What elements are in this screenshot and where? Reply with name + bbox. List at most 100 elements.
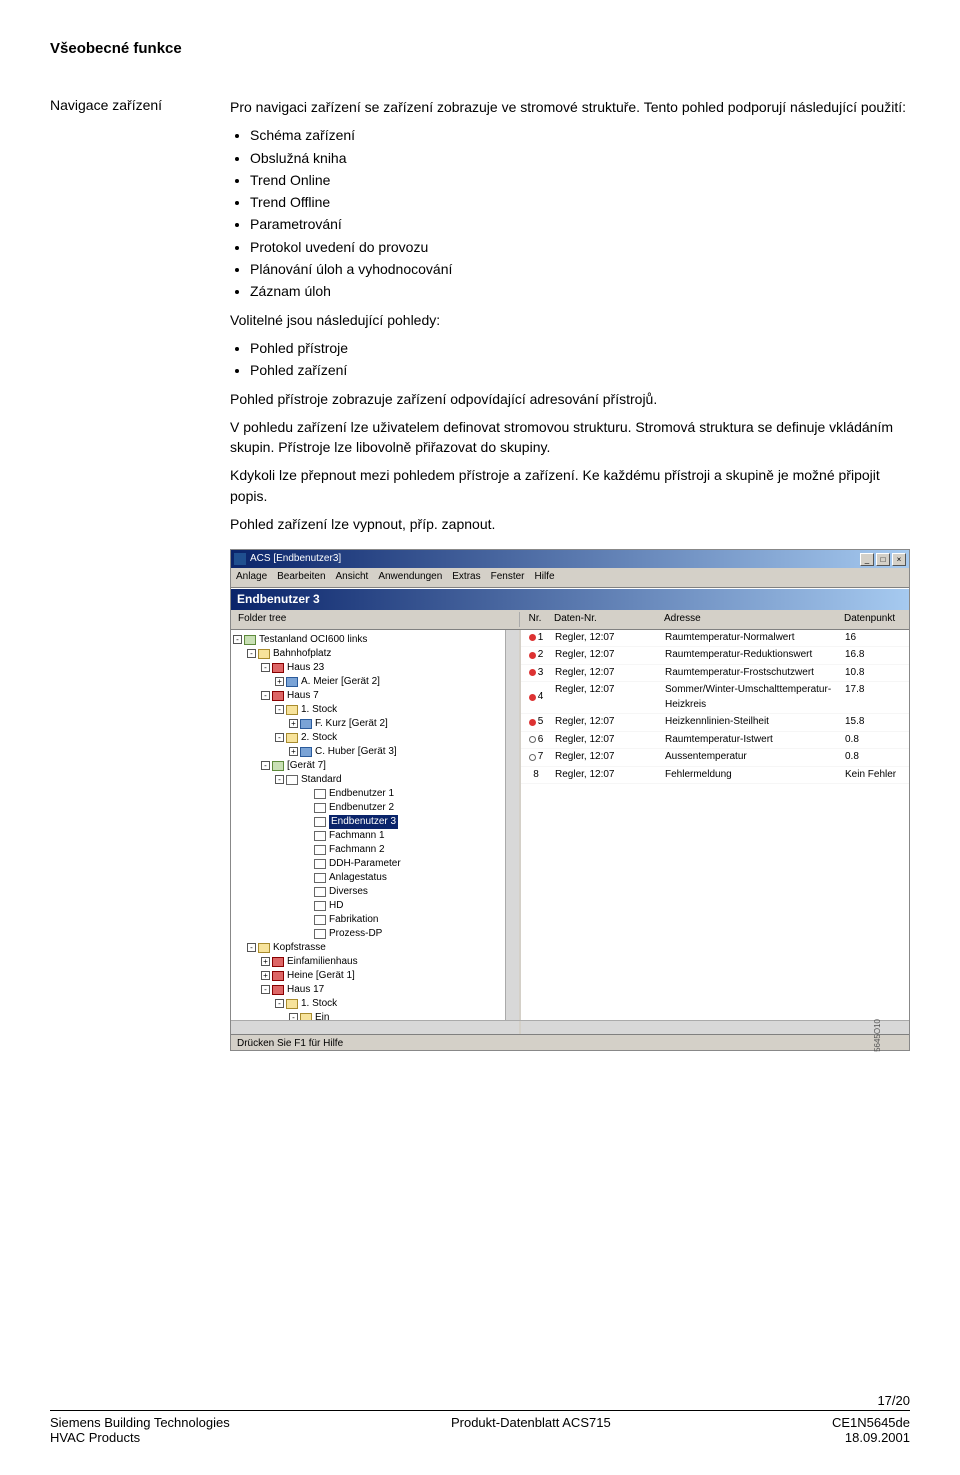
page-icon [314,845,326,855]
tree-expand-icon[interactable]: + [261,957,270,966]
tree-node[interactable]: Endbenutzer 1 [233,787,517,801]
menu-item[interactable]: Extras [452,571,480,582]
tree-label: Endbenutzer 2 [329,801,394,815]
tree-node[interactable]: +Heine [Gerät 1] [233,969,517,983]
window-titlebar: ACS [Endbenutzer3] _ □ × [231,550,909,568]
tree-node[interactable]: -1. Stock [233,703,517,717]
grid-pane[interactable]: 1Regler, 12:07Raumtemperatur-Normalwert1… [521,630,909,1020]
page-icon [314,817,326,827]
col-datenpunkt: Datenpunkt [840,612,905,627]
house-icon [272,985,284,995]
minimize-button[interactable]: _ [860,553,874,566]
bullet-list-2: Pohled přístrojePohled zařízení [230,338,910,381]
tree-expand-icon[interactable]: + [289,747,298,756]
grid-row[interactable]: 5Regler, 12:07Heizkennlinien-Steilheit15… [521,714,909,732]
tree-label: Einfamilienhaus [287,955,358,969]
tree-expand-icon[interactable]: - [275,999,284,1008]
tree-node[interactable]: Anlagestatus [233,871,517,885]
tree-node[interactable]: +A. Meier [Gerät 2] [233,675,517,689]
window-controls: _ □ × [860,553,906,566]
tree-expand-icon[interactable]: + [275,677,284,686]
tree-node[interactable]: -Standard [233,773,517,787]
menu-item[interactable]: Fenster [491,571,525,582]
tree-node[interactable]: +C. Huber [Gerät 3] [233,745,517,759]
house-icon [272,971,284,981]
tree-node[interactable]: Fabrikation [233,913,517,927]
tree-node[interactable]: Fachmann 2 [233,843,517,857]
tree-expand-icon[interactable]: - [247,649,256,658]
tree-node[interactable]: -Bahnhofplatz [233,647,517,661]
grid-row[interactable]: 8Regler, 12:07FehlermeldungKein Fehler [521,767,909,785]
tree-node[interactable]: -Haus 17 [233,983,517,997]
folder-icon [300,1013,312,1020]
tree-node[interactable]: -Haus 23 [233,661,517,675]
page-icon [314,831,326,841]
tree-node[interactable]: HD [233,899,517,913]
grid-row[interactable]: 3Regler, 12:07Raumtemperatur-Frostschutz… [521,665,909,683]
grid-row[interactable]: 4Regler, 12:07Sommer/Winter-Umschalttemp… [521,682,909,714]
tree-node[interactable]: Endbenutzer 2 [233,801,517,815]
tree-node[interactable]: DDH-Parameter [233,857,517,871]
bullet-item: Protokol uvedení do provozu [250,237,910,257]
h-scrollbar[interactable] [231,1020,909,1034]
tree-scrollbar[interactable] [505,630,519,1020]
tree-node[interactable]: Endbenutzer 3 [233,815,517,829]
grid-row[interactable]: 7Regler, 12:07Aussentemperatur0.8 [521,749,909,767]
tree-node[interactable]: + Einfamilienhaus [233,955,517,969]
tree-node[interactable]: -1. Stock [233,997,517,1011]
tree-node[interactable]: Prozess-DP [233,927,517,941]
bullet-item: Plánování úloh a vyhodnocování [250,259,910,279]
tree-expand-icon[interactable]: + [261,971,270,980]
tree-expand-icon[interactable]: - [261,985,270,994]
folder-open-icon [244,635,256,645]
page-number: 17/20 [50,1393,910,1408]
tree-node[interactable]: Fachmann 1 [233,829,517,843]
tree-expand-icon[interactable]: - [275,775,284,784]
tree-expand-icon[interactable]: - [247,943,256,952]
tree-expand-icon[interactable]: - [261,691,270,700]
page-icon [314,887,326,897]
grid-row[interactable]: 1Regler, 12:07Raumtemperatur-Normalwert1… [521,630,909,648]
tree-node[interactable]: +F. Kurz [Gerät 2] [233,717,517,731]
grid-row[interactable]: 6Regler, 12:07Raumtemperatur-Istwert0.8 [521,732,909,750]
blue-icon [300,747,312,757]
page-icon [314,803,326,813]
bullet-item: Trend Online [250,170,910,190]
page-icon [314,789,326,799]
close-button[interactable]: × [892,553,906,566]
page-icon [286,775,298,785]
tree-expand-icon[interactable]: - [275,705,284,714]
bullet-item: Obslužná kniha [250,148,910,168]
menu-item[interactable]: Anwendungen [378,571,442,582]
tree-expand-icon[interactable]: - [275,733,284,742]
tree-node[interactable]: -Kopfstrasse [233,941,517,955]
status-dot-icon [529,694,536,701]
menu-item[interactable]: Bearbeiten [277,571,325,582]
menu-item[interactable]: Hilfe [535,571,555,582]
status-dot-icon [529,634,536,641]
tree-node[interactable]: - Ein [233,1011,517,1020]
menu-item[interactable]: Anlage [236,571,267,582]
paragraph: Pohled zařízení lze vypnout, příp. zapno… [230,514,910,534]
folder-icon [258,943,270,953]
tree-expand-icon[interactable]: - [261,663,270,672]
tree-node[interactable]: -Testanland OCI600 links [233,633,517,647]
paragraph: V pohledu zařízení lze uživatelem defino… [230,417,910,458]
tree-label: Ein [315,1011,329,1020]
status-dot-icon [529,719,536,726]
tree-node[interactable]: Diverses [233,885,517,899]
tree-label: DDH-Parameter [329,857,401,871]
tree-node[interactable]: -2. Stock [233,731,517,745]
grid-row[interactable]: 2Regler, 12:07Raumtemperatur-Reduktionsw… [521,647,909,665]
doc-title-bar: Endbenutzer 3 [231,588,909,610]
status-dot-icon [529,754,536,761]
tree-expand-icon[interactable]: - [261,761,270,770]
maximize-button[interactable]: □ [876,553,890,566]
tree-expand-icon[interactable]: - [289,1013,298,1020]
tree-node[interactable]: -Haus 7 [233,689,517,703]
tree-node[interactable]: -[Gerät 7] [233,759,517,773]
tree-expand-icon[interactable]: + [289,719,298,728]
tree-pane[interactable]: -Testanland OCI600 links-Bahnhofplatz-Ha… [231,630,521,1020]
tree-expand-icon[interactable]: - [233,635,242,644]
menu-item[interactable]: Ansicht [336,571,369,582]
